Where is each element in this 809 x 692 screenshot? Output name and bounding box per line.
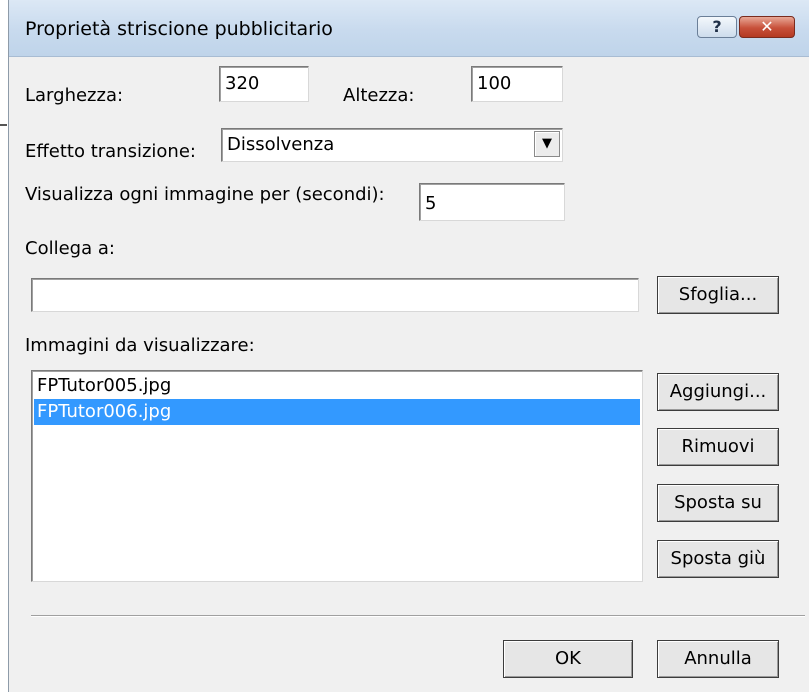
ok-button[interactable]: OK	[503, 640, 633, 678]
list-item-selected[interactable]: FPTutor006.jpg	[34, 399, 640, 425]
dialog-window: Proprietà striscione pubblicitario ? ✕ L…	[8, 0, 809, 692]
link-field[interactable]	[31, 278, 639, 312]
link-label: Collega a:	[25, 238, 115, 259]
duration-label: Visualizza ogni immagine per (secondi):	[25, 184, 385, 205]
edge-tick	[0, 124, 7, 126]
move-up-button[interactable]: Sposta su	[657, 484, 779, 522]
cancel-button[interactable]: Annulla	[657, 640, 779, 678]
help-icon: ?	[712, 17, 722, 36]
images-label: Immagini da visualizzare:	[25, 335, 255, 356]
width-label: Larghezza:	[25, 85, 124, 106]
transition-label: Effetto transizione:	[25, 141, 196, 162]
width-field[interactable]: 320	[219, 66, 309, 102]
close-icon: ✕	[760, 17, 774, 36]
separator	[31, 615, 805, 617]
close-button[interactable]: ✕	[739, 16, 795, 38]
list-item[interactable]: FPTutor005.jpg	[34, 373, 640, 399]
browse-button[interactable]: Sfoglia...	[657, 276, 779, 314]
duration-field[interactable]: 5	[419, 183, 565, 221]
transition-select[interactable]: Dissolvenza ▼	[221, 128, 563, 162]
remove-button[interactable]: Rimuovi	[657, 428, 779, 466]
move-down-button[interactable]: Sposta giù	[657, 540, 779, 578]
height-field[interactable]: 100	[471, 66, 563, 102]
height-label: Altezza:	[343, 85, 415, 106]
images-listbox[interactable]: FPTutor005.jpg FPTutor006.jpg	[31, 370, 643, 582]
transition-selected-value: Dissolvenza	[227, 134, 335, 155]
chevron-down-icon[interactable]: ▼	[534, 131, 560, 157]
dialog-title: Proprietà striscione pubblicitario	[25, 18, 333, 40]
add-button[interactable]: Aggiungi...	[657, 373, 779, 411]
title-bar: Proprietà striscione pubblicitario ? ✕	[9, 0, 809, 57]
help-button[interactable]: ?	[697, 16, 737, 38]
